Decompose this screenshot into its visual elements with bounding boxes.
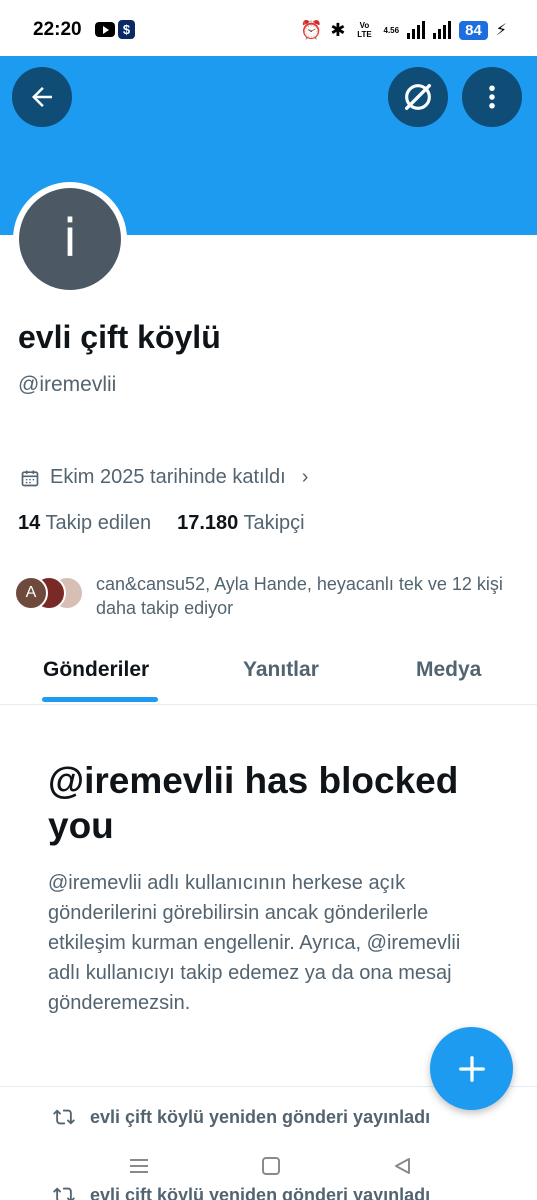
alarm-icon: ⏰ bbox=[299, 20, 323, 40]
repost-text: evli çift köylü yeniden gönderi yayınlad… bbox=[90, 1106, 431, 1127]
more-options-button[interactable] bbox=[462, 67, 522, 127]
follow-stats: 14 Takip edilen 17.180 Takipçi bbox=[18, 512, 305, 535]
profile-tabs: Gönderiler Yanıtlar Medya bbox=[0, 640, 537, 705]
tab-media[interactable]: Medya bbox=[416, 658, 481, 682]
followed-by-text: can&cansu52, Ayla Hande, heyacanlı tek v… bbox=[96, 574, 503, 618]
followers-label: Takipçi bbox=[243, 512, 305, 534]
active-tab-indicator bbox=[42, 697, 158, 702]
following-link[interactable]: 14 Takip edilen bbox=[18, 512, 151, 535]
followers-link[interactable]: 17.180 Takipçi bbox=[177, 512, 305, 535]
bluetooth-icon: ✱ bbox=[330, 20, 346, 40]
network-speed: 4.56 bbox=[383, 25, 400, 35]
chevron-right-icon: › bbox=[301, 466, 309, 488]
arrow-left-icon bbox=[32, 87, 52, 107]
tab-posts[interactable]: Gönderiler bbox=[43, 658, 149, 682]
follower-avatars: A bbox=[14, 572, 86, 612]
avatar[interactable]: i bbox=[19, 188, 121, 290]
youtube-icon bbox=[95, 22, 115, 37]
battery-indicator: 84 bbox=[459, 20, 488, 40]
joined-date: Ekim 2025 tarihinde katıldı bbox=[50, 466, 286, 488]
signal-icon bbox=[407, 21, 426, 39]
plus-icon bbox=[458, 1055, 485, 1082]
grok-slash-circle-icon bbox=[404, 83, 432, 111]
back-button[interactable] bbox=[12, 67, 72, 127]
repost-icon bbox=[53, 1109, 75, 1125]
blocked-description: @iremevlii adlı kullanıcının herkese açı… bbox=[48, 872, 461, 1014]
repost-icon bbox=[53, 1187, 75, 1200]
volte-label: Vo LTE bbox=[357, 21, 372, 39]
following-label: Takip edilen bbox=[45, 512, 152, 534]
charging-icon: ⚡ bbox=[495, 22, 507, 39]
system-nav-bar bbox=[0, 1146, 537, 1186]
compose-button[interactable] bbox=[430, 1027, 513, 1110]
back-triangle-icon[interactable] bbox=[391, 1154, 415, 1178]
blocked-title: @iremevlii has blocked you bbox=[48, 760, 459, 846]
repost-indicator: evli çift köylü yeniden gönderi yayınlad… bbox=[52, 1106, 430, 1128]
calendar-icon bbox=[21, 470, 39, 486]
followers-count: 17.180 bbox=[177, 512, 239, 534]
status-bar: 22:20 $ ⏰ ✱ Vo LTE 4.56 84 ⚡ bbox=[0, 0, 537, 56]
signal-icon-2 bbox=[433, 21, 452, 39]
repost-indicator: evli çift köylü yeniden gönderi yayınlad… bbox=[52, 1184, 430, 1200]
grok-button[interactable] bbox=[388, 67, 448, 127]
home-icon[interactable] bbox=[259, 1154, 283, 1178]
following-count: 14 bbox=[18, 512, 41, 534]
tab-replies[interactable]: Yanıtlar bbox=[243, 658, 319, 682]
profile-handle: @iremevlii bbox=[18, 373, 117, 396]
followed-by-row[interactable]: A can&cansu52, Ayla Hande, heyacanlı tek… bbox=[14, 572, 524, 620]
display-name: evli çift köylü bbox=[18, 319, 221, 355]
joined-date-row[interactable]: Ekim 2025 tarihinde katıldı › bbox=[20, 466, 308, 489]
more-vertical-icon bbox=[489, 85, 495, 109]
status-time: 22:20 bbox=[33, 19, 82, 40]
recent-apps-icon[interactable] bbox=[127, 1154, 151, 1178]
follower-avatar: A bbox=[14, 576, 48, 610]
status-indicators: ⏰ ✱ Vo LTE 4.56 84 ⚡ bbox=[300, 18, 507, 42]
repost-text: evli çift köylü yeniden gönderi yayınlad… bbox=[90, 1184, 431, 1200]
dollar-app-icon: $ bbox=[118, 20, 135, 39]
